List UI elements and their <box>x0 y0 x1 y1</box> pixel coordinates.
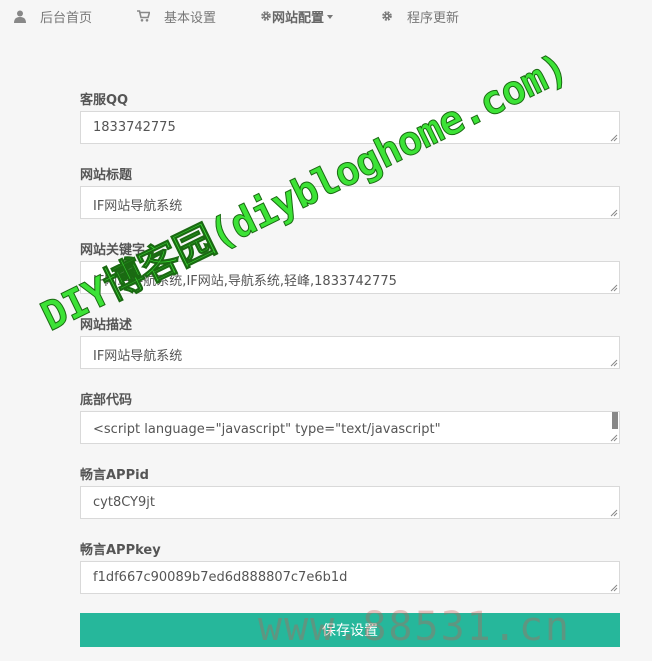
footer-code-value: <script language="javascript" type="text… <box>93 422 441 437</box>
qq-value: 1833742775 <box>93 120 176 135</box>
changyan-appkey-label: 畅言APPkey <box>80 543 161 558</box>
changyan-appid-label: 畅言APPid <box>80 468 149 483</box>
nav-item-home[interactable]: 后台首页 <box>14 6 92 26</box>
gear-icon <box>260 10 272 22</box>
nav-item-update[interactable]: 程序更新 <box>381 6 459 26</box>
chevron-down-icon <box>327 15 334 19</box>
nav-item-site-config-label: 网站配置 <box>272 10 325 26</box>
nav-item-basic-settings[interactable]: 基本设置 <box>137 6 216 26</box>
site-keywords-label: 网站关键字 <box>80 243 146 258</box>
footer-code-label: 底部代码 <box>80 393 133 408</box>
nav-item-update-label: 程序更新 <box>407 10 460 26</box>
user-icon <box>14 10 26 23</box>
changyan-appkey-value: f1df667c90089b7ed6d888807c7e6b1d <box>93 570 348 585</box>
changyan-appid-field[interactable]: cyt8CY9jt <box>80 486 620 519</box>
gear-icon <box>381 10 393 22</box>
resize-grip-icon[interactable] <box>609 208 618 217</box>
changyan-appkey-field[interactable]: f1df667c90089b7ed6d888807c7e6b1d <box>80 561 620 594</box>
site-description-label: 网站描述 <box>80 318 133 333</box>
qq-label: 客服QQ <box>80 93 129 108</box>
site-title-value: IF网站导航系统 <box>93 199 183 214</box>
site-keywords-field[interactable]: IF网站导航系统,IF网站,导航系统,轻峰,1833742775 <box>80 261 620 294</box>
nav-item-home-label: 后台首页 <box>40 10 93 26</box>
cart-icon <box>137 10 150 22</box>
site-title-label: 网站标题 <box>80 168 133 183</box>
qq-field[interactable]: 1833742775 <box>80 111 620 144</box>
resize-grip-icon[interactable] <box>609 433 618 442</box>
save-settings-button[interactable]: 保存设置 <box>80 613 620 647</box>
nav-item-basic-settings-label: 基本设置 <box>164 10 217 26</box>
site-description-value: IF网站导航系统 <box>93 349 183 364</box>
scrollbar-thumb[interactable] <box>612 412 618 429</box>
resize-grip-icon[interactable] <box>609 283 618 292</box>
resize-grip-icon[interactable] <box>609 508 618 517</box>
nav-item-site-config[interactable]: 网站配置 <box>260 6 334 26</box>
changyan-appid-value: cyt8CY9jt <box>93 495 155 510</box>
resize-grip-icon[interactable] <box>609 583 618 592</box>
footer-code-field[interactable]: <script language="javascript" type="text… <box>80 411 620 444</box>
resize-grip-icon[interactable] <box>609 133 618 142</box>
top-nav: 后台首页 基本设置 网站配置 程序更新 <box>0 0 652 34</box>
site-title-field[interactable]: IF网站导航系统 <box>80 186 620 219</box>
site-keywords-value: IF网站导航系统,IF网站,导航系统,轻峰,1833742775 <box>93 274 397 289</box>
site-description-field[interactable]: IF网站导航系统 <box>80 336 620 369</box>
resize-grip-icon[interactable] <box>609 358 618 367</box>
